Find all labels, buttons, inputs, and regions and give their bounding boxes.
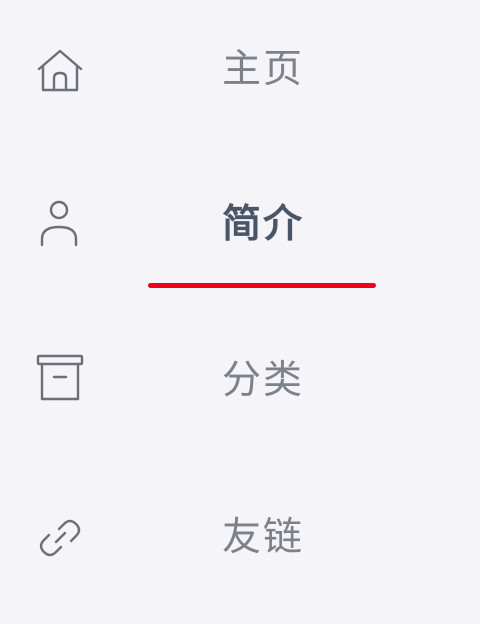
archive-box-icon <box>32 352 88 408</box>
nav-item-home[interactable]: 主页 <box>0 10 480 130</box>
home-icon <box>32 42 88 98</box>
nav-label-categories: 分类 <box>222 358 305 403</box>
nav-label-profile: 简介 <box>222 202 305 247</box>
nav-label-home: 主页 <box>222 47 305 92</box>
nav-label-links: 友链 <box>222 515 305 560</box>
user-icon <box>32 194 88 250</box>
active-underline <box>148 283 376 288</box>
sidebar-nav: 主页 简介 分类 友链 <box>0 0 480 624</box>
link-icon <box>32 510 88 566</box>
nav-item-profile[interactable]: 简介 <box>0 168 480 288</box>
nav-item-categories[interactable]: 分类 <box>0 324 480 444</box>
nav-item-links[interactable]: 友链 <box>0 480 480 600</box>
